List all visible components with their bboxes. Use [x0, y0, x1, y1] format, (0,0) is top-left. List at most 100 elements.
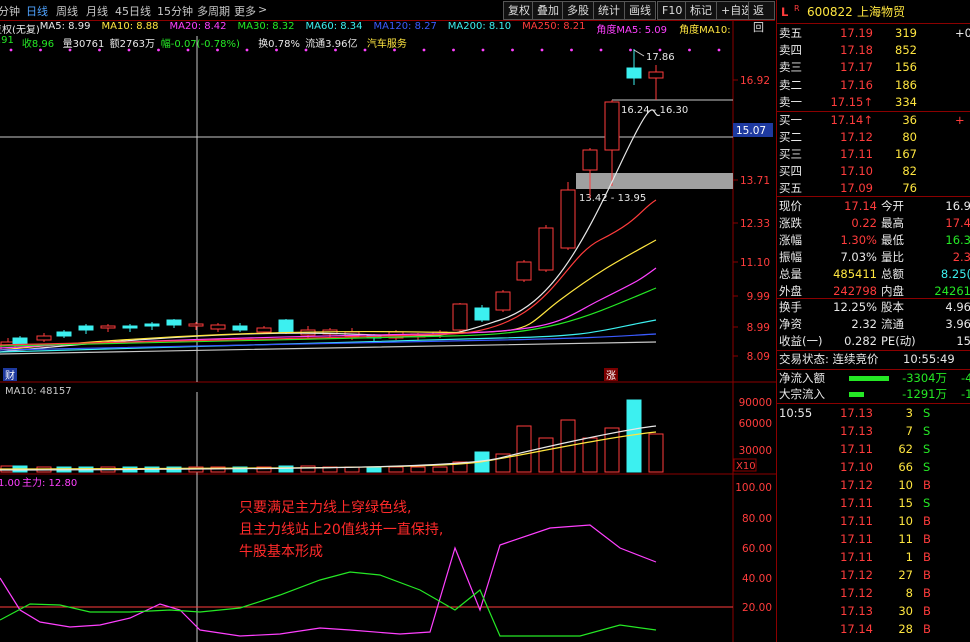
bid-row-cell: 76 [902, 181, 917, 195]
tick-row-cell: 28 [898, 622, 913, 636]
tick-row-cell: 17.13 [840, 406, 873, 420]
stock-code: 600822 [807, 5, 853, 19]
candle [188, 323, 204, 327]
bid-row-cell: 买四 [779, 164, 802, 178]
bid-row-cell: 买三 [779, 147, 802, 161]
tick-row: 17.12 10 B [777, 477, 970, 494]
flow-row-cell: 净流入额 [779, 371, 825, 385]
signal-dot [599, 48, 603, 52]
zone-upper-label: 16.24 - 16.30 [621, 105, 688, 116]
tick-row: 17.14 28 B [777, 621, 970, 638]
bid-row-cell: 17.11 [840, 147, 873, 161]
flow-row-cell: 大宗流入 [779, 387, 825, 401]
bid-row: 买二 17.12 80 [777, 129, 970, 146]
tick-row-cell: 66 [898, 460, 913, 474]
tick-row-cell: 1 [905, 550, 913, 564]
candle [495, 291, 511, 311]
volume-bar [648, 433, 664, 473]
volume-bar [516, 425, 532, 473]
price-tick-label: 9.99 [747, 291, 770, 303]
crosshair-price-label: 15.07 [736, 125, 766, 137]
volume-bar [300, 465, 316, 473]
candle [144, 323, 160, 327]
signal-dot [275, 48, 278, 52]
high-pointer [633, 49, 645, 57]
signal-dot [688, 48, 691, 52]
flow-row-cell: -1 [961, 387, 970, 401]
flow-row-cell: -4 [961, 371, 970, 385]
signal-dot [570, 48, 573, 52]
tick-row-cell: S [923, 424, 931, 438]
trade-status: 交易状态: 连续竞价 10:55:49 [777, 351, 970, 368]
stat-row-cell: 0.282 [844, 334, 877, 348]
stat-row-cell: 最低 [881, 233, 904, 247]
tick-row: 17.11 15 S [777, 495, 970, 512]
candle [166, 319, 182, 326]
tick-row-cell: 17.11 [840, 442, 873, 456]
stat-row-cell: 收益(一) [779, 334, 823, 348]
flow-row: 净流入额 -3304万 -4 [777, 370, 970, 387]
candle [626, 67, 642, 79]
tick-row-cell: S [923, 442, 931, 456]
signal-dot [127, 48, 131, 52]
stat-row-cell: 涨跌 [779, 216, 802, 230]
stat-row-cell: 2.3 [952, 250, 970, 264]
volume-tick-label: 60000 [739, 418, 772, 430]
candle [538, 227, 554, 271]
signal-dot [68, 48, 72, 52]
stat-row-cell: 振幅 [779, 250, 802, 264]
signal-dot [717, 48, 721, 52]
stat-row-cell: 流通 [881, 317, 904, 331]
stock-flag-r: R [794, 4, 800, 13]
ask-row-cell: 334 [895, 94, 917, 109]
stat-row: 收益(一) 0.282 PE(动) 15 [777, 333, 970, 350]
tick-row-cell: S [923, 406, 931, 420]
candle [78, 325, 94, 331]
stat-row-cell: 最高 [881, 216, 904, 230]
volume-unit: X10 [736, 461, 756, 472]
stat-row-cell: 净资 [779, 317, 802, 331]
stat-row-cell: 现价 [779, 199, 802, 213]
signal-dot [98, 48, 101, 52]
candle [582, 149, 598, 171]
tick-row-cell: 17.11 [840, 550, 873, 564]
stat-row-cell: 15 [956, 334, 970, 348]
stat-row-cell: 涨幅 [779, 233, 802, 247]
candle [256, 327, 272, 333]
stat-row: 涨幅 1.30% 最低 16.3 [777, 232, 970, 249]
indicator-tick-label: 20.00 [742, 602, 772, 614]
trade-status-time: 10:55:49 [903, 352, 955, 366]
tick-row-cell: 7 [905, 424, 913, 438]
signal-dot [216, 48, 219, 52]
candle [604, 101, 620, 151]
stat-row: 现价 17.14 今开 16.9 [777, 198, 970, 215]
bid-row: 买一 17.14↑ 36 + [777, 112, 970, 129]
bid-row-cell: 买五 [779, 181, 802, 195]
annotation-line: 牛股基本形成 [239, 544, 323, 560]
ask-row-cell: 17.18 [840, 43, 873, 58]
tick-row-cell: 15 [898, 496, 913, 510]
indicator-tick-label: 80.00 [742, 513, 772, 525]
stat-row: 总量 485411 总额 8.25( [777, 266, 970, 283]
ask-row-cell: 17.15↑ [830, 94, 873, 109]
ask-row-cell: 卖一 [779, 94, 802, 109]
stat-row-cell: 量比 [881, 250, 904, 264]
volume-tick-label: 90000 [739, 397, 772, 409]
marker-cai: 财 [5, 369, 15, 382]
stat-row: 涨跌 0.22 最高 17.4 [777, 215, 970, 232]
stat-row-cell: 17.14 [844, 199, 877, 213]
zone-lower-band [576, 173, 733, 189]
indicator-title: 主力: 12.80 [22, 476, 77, 489]
volume-bar [410, 466, 426, 473]
tick-row-cell: 17.10 [840, 460, 873, 474]
signal-dot [540, 48, 544, 52]
annotation-text: 只要满足主力线上穿绿色线, 且主力线站上20值线并一直保持, 牛股基本形成 [239, 497, 443, 563]
volume-ma-line [0, 431, 657, 470]
bid-row-cell: 买一 [779, 113, 802, 127]
stat-row-cell: 1.30% [840, 233, 877, 247]
stat-row-cell: 7.03% [840, 250, 877, 264]
price-tick-label: 12.33 [740, 218, 770, 230]
candle [56, 331, 72, 337]
stat-row-cell: 4.96 [945, 300, 970, 314]
signal-dot [363, 48, 367, 52]
